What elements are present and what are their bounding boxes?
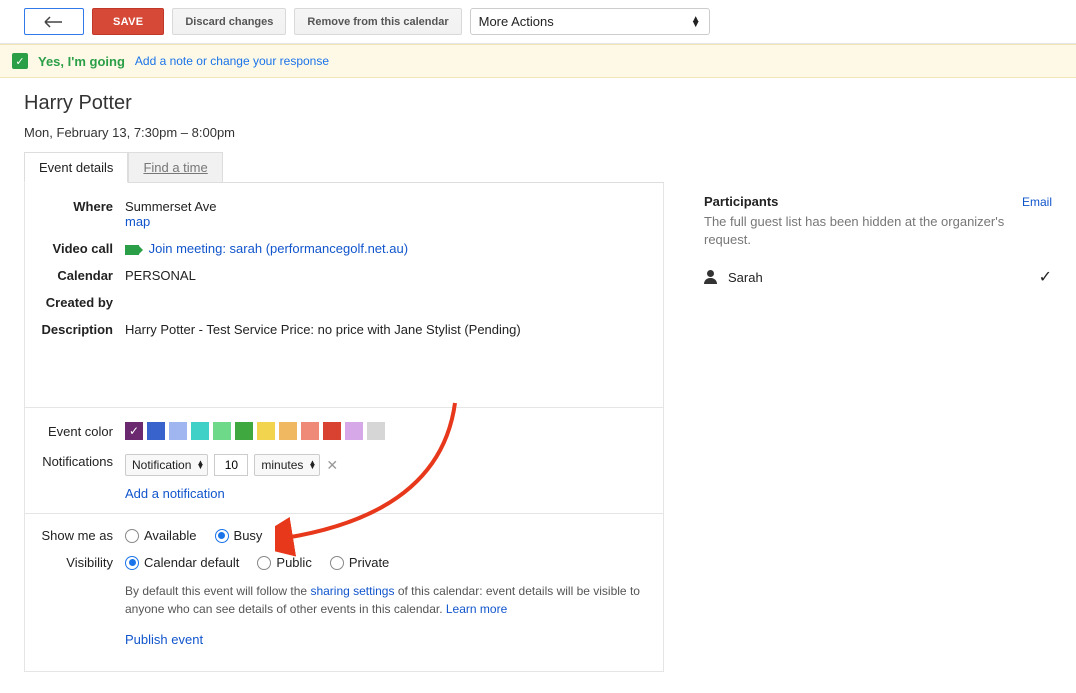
- going-text: Yes, I'm going: [38, 54, 125, 69]
- radio-available[interactable]: Available: [125, 528, 197, 543]
- color-swatch[interactable]: [345, 422, 363, 440]
- guest-row: Sarah ✓: [704, 267, 1052, 287]
- label-description: Description: [25, 322, 125, 337]
- check-icon: ✓: [12, 53, 28, 69]
- add-note-link[interactable]: Add a note or change your response: [135, 54, 329, 68]
- camera-icon: [125, 245, 139, 255]
- color-swatch[interactable]: [323, 422, 341, 440]
- map-link[interactable]: map: [125, 214, 150, 229]
- learn-more-link[interactable]: Learn more: [446, 602, 507, 616]
- save-button[interactable]: SAVE: [92, 8, 164, 35]
- radio-vis-private[interactable]: Private: [330, 555, 389, 570]
- video-link[interactable]: Join meeting: sarah (performancegolf.net…: [149, 241, 408, 256]
- color-swatch[interactable]: [213, 422, 231, 440]
- updown-icon: ▲▼: [196, 461, 204, 469]
- color-swatch[interactable]: [257, 422, 275, 440]
- toolbar: SAVE Discard changes Remove from this ca…: [0, 0, 1076, 44]
- calendar-value: PERSONAL: [125, 268, 663, 283]
- label-where: Where: [25, 199, 125, 214]
- label-notifications: Notifications: [25, 454, 125, 469]
- label-visibility: Visibility: [25, 555, 125, 570]
- updown-icon: ▲▼: [308, 461, 316, 469]
- more-actions-select[interactable]: More Actions ▲▼: [470, 8, 710, 35]
- response-banner: ✓ Yes, I'm going Add a note or change yo…: [0, 44, 1076, 78]
- color-swatches: ✓: [125, 422, 385, 440]
- radio-vis-public[interactable]: Public: [257, 555, 311, 570]
- label-video: Video call: [25, 241, 125, 256]
- guest-name: Sarah: [728, 270, 763, 285]
- radio-dot: [257, 556, 271, 570]
- where-value: Summerset Ave: [125, 199, 663, 214]
- back-button[interactable]: [24, 8, 84, 35]
- updown-icon: ▲▼: [691, 17, 701, 27]
- label-calendar: Calendar: [25, 268, 125, 283]
- visibility-note: By default this event will follow the sh…: [125, 582, 645, 618]
- tabs: Event details Find a time: [24, 152, 664, 182]
- add-notification-link[interactable]: Add a notification: [125, 486, 225, 501]
- discard-button[interactable]: Discard changes: [172, 8, 286, 35]
- label-createdby: Created by: [25, 295, 125, 310]
- event-datetime: Mon, February 13, 7:30pm – 8:00pm: [24, 125, 664, 140]
- radio-dot: [215, 529, 229, 543]
- notification-unit-select[interactable]: minutes ▲▼: [254, 454, 320, 476]
- label-eventcolor: Event color: [25, 424, 125, 439]
- color-swatch[interactable]: [301, 422, 319, 440]
- color-swatch[interactable]: [191, 422, 209, 440]
- person-icon: [704, 270, 718, 284]
- email-guests-link[interactable]: Email: [1022, 195, 1052, 209]
- radio-busy[interactable]: Busy: [215, 528, 263, 543]
- radio-dot: [125, 556, 139, 570]
- color-swatch[interactable]: [279, 422, 297, 440]
- event-title: Harry Potter: [24, 92, 664, 115]
- color-swatch[interactable]: ✓: [125, 422, 143, 440]
- radio-dot: [125, 529, 139, 543]
- participants-heading: Participants: [704, 194, 778, 209]
- radio-vis-default[interactable]: Calendar default: [125, 555, 239, 570]
- color-swatch[interactable]: [169, 422, 187, 440]
- remove-notification-button[interactable]: ✕: [326, 457, 338, 474]
- details-panel: Where Summerset Ave map Video call Join …: [24, 182, 664, 672]
- color-swatch[interactable]: [367, 422, 385, 440]
- participants-note: The full guest list has been hidden at t…: [704, 213, 1052, 249]
- sharing-settings-link[interactable]: sharing settings: [310, 584, 394, 598]
- publish-event-link[interactable]: Publish event: [125, 632, 203, 647]
- color-swatch[interactable]: [235, 422, 253, 440]
- tab-event-details[interactable]: Event details: [24, 152, 128, 183]
- description-value: Harry Potter - Test Service Price: no pr…: [125, 322, 663, 337]
- label-showmeas: Show me as: [25, 528, 125, 543]
- remove-button[interactable]: Remove from this calendar: [294, 8, 461, 35]
- notification-value-input[interactable]: [214, 454, 248, 476]
- color-swatch[interactable]: [147, 422, 165, 440]
- check-icon: ✓: [773, 267, 1052, 287]
- tab-find-time[interactable]: Find a time: [128, 152, 222, 182]
- more-actions-label: More Actions: [479, 14, 554, 29]
- radio-dot: [330, 556, 344, 570]
- notification-type-select[interactable]: Notification ▲▼: [125, 454, 208, 476]
